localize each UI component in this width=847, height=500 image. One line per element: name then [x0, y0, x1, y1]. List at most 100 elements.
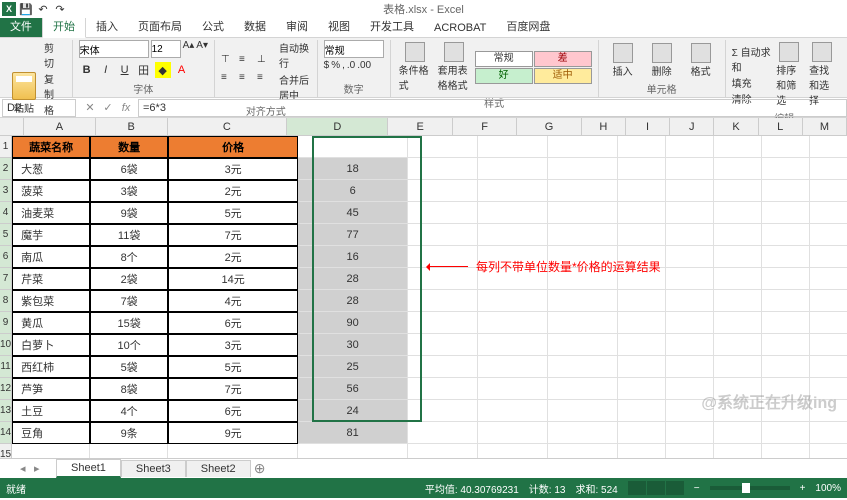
align-top-icon[interactable]: ⊤	[221, 54, 237, 70]
cell-I4[interactable]	[666, 202, 714, 224]
cell-B12[interactable]: 8袋	[90, 378, 168, 400]
sheet-tab-1[interactable]: Sheet1	[56, 459, 121, 478]
cell-D3[interactable]: 6	[298, 180, 408, 202]
cell-L6[interactable]	[810, 246, 847, 268]
cell-L4[interactable]	[810, 202, 847, 224]
row-header-1[interactable]: 1	[0, 136, 12, 158]
decrease-decimal-icon[interactable]: .00	[357, 60, 371, 71]
cell-L10[interactable]	[810, 334, 847, 356]
cell-I7[interactable]	[666, 268, 714, 290]
increase-decimal-icon[interactable]: .0	[347, 60, 355, 71]
cell-C3[interactable]: 2元	[168, 180, 298, 202]
cell-B14[interactable]: 9条	[90, 422, 168, 444]
cell-L15[interactable]	[810, 444, 847, 458]
cell-L14[interactable]	[810, 422, 847, 444]
cell-K9[interactable]	[762, 312, 810, 334]
cell-L5[interactable]	[810, 224, 847, 246]
cell-E14[interactable]	[408, 422, 478, 444]
cell-B6[interactable]: 8个	[90, 246, 168, 268]
cell-E3[interactable]	[408, 180, 478, 202]
align-right-icon[interactable]: ≡	[257, 72, 273, 88]
cell-D13[interactable]: 24	[298, 400, 408, 422]
cell-J9[interactable]	[714, 312, 762, 334]
align-left-icon[interactable]: ≡	[221, 72, 237, 88]
cell-F15[interactable]	[478, 444, 548, 458]
fill-color-button[interactable]: ◆	[155, 62, 171, 78]
row-header-9[interactable]: 9	[0, 312, 12, 334]
sheet-tab-3[interactable]: Sheet2	[186, 460, 251, 477]
cell-E2[interactable]	[408, 158, 478, 180]
col-header-F[interactable]: F	[453, 118, 517, 135]
cell-F13[interactable]	[478, 400, 548, 422]
col-header-E[interactable]: E	[388, 118, 452, 135]
style-normal[interactable]: 常规	[475, 51, 533, 67]
cell-G3[interactable]	[548, 180, 618, 202]
cell-A3[interactable]: 菠菜	[12, 180, 90, 202]
cell-H4[interactable]	[618, 202, 666, 224]
cell-J3[interactable]	[714, 180, 762, 202]
cell-I1[interactable]	[666, 136, 714, 158]
cell-F14[interactable]	[478, 422, 548, 444]
cell-I3[interactable]	[666, 180, 714, 202]
name-box[interactable]: D2	[2, 99, 76, 117]
style-good[interactable]: 好	[475, 68, 533, 84]
cell-E9[interactable]	[408, 312, 478, 334]
cell-B11[interactable]: 5袋	[90, 356, 168, 378]
cell-A2[interactable]: 大葱	[12, 158, 90, 180]
cut-button[interactable]: 剪切	[41, 40, 66, 70]
font-name-select[interactable]	[79, 40, 149, 58]
cell-C7[interactable]: 14元	[168, 268, 298, 290]
cell-C11[interactable]: 5元	[168, 356, 298, 378]
cell-A6[interactable]: 南瓜	[12, 246, 90, 268]
zoom-in-icon[interactable]: +	[800, 483, 806, 494]
cell-E12[interactable]	[408, 378, 478, 400]
cell-F1[interactable]	[478, 136, 548, 158]
cell-C14[interactable]: 9元	[168, 422, 298, 444]
font-size-select[interactable]	[151, 40, 181, 58]
cell-F2[interactable]	[478, 158, 548, 180]
insert-button[interactable]: 插入	[605, 41, 641, 80]
cell-J8[interactable]	[714, 290, 762, 312]
cell-F11[interactable]	[478, 356, 548, 378]
cell-K3[interactable]	[762, 180, 810, 202]
tab-formulas[interactable]: 公式	[192, 15, 234, 37]
tab-view[interactable]: 视图	[318, 15, 360, 37]
row-header-14[interactable]: 14	[0, 422, 12, 444]
cell-C13[interactable]: 6元	[168, 400, 298, 422]
cell-D14[interactable]: 81	[298, 422, 408, 444]
view-page-layout-icon[interactable]	[647, 481, 665, 495]
row-header-5[interactable]: 5	[0, 224, 12, 246]
cell-A15[interactable]	[12, 444, 90, 458]
cell-F4[interactable]	[478, 202, 548, 224]
cell-C5[interactable]: 7元	[168, 224, 298, 246]
cell-K11[interactable]	[762, 356, 810, 378]
cell-D7[interactable]: 28	[298, 268, 408, 290]
cell-B7[interactable]: 2袋	[90, 268, 168, 290]
cell-I6[interactable]	[666, 246, 714, 268]
cell-A8[interactable]: 紫包菜	[12, 290, 90, 312]
row-header-2[interactable]: 2	[0, 158, 12, 180]
save-icon[interactable]: 💾	[19, 2, 33, 16]
cell-D10[interactable]: 30	[298, 334, 408, 356]
zoom-slider[interactable]	[710, 486, 790, 490]
cell-L7[interactable]	[810, 268, 847, 290]
cell-A1[interactable]: 蔬菜名称	[12, 136, 90, 158]
cell-A11[interactable]: 西红柿	[12, 356, 90, 378]
view-page-break-icon[interactable]	[666, 481, 684, 495]
cell-F8[interactable]	[478, 290, 548, 312]
tab-page-layout[interactable]: 页面布局	[128, 15, 192, 37]
autosum-button[interactable]: Σ 自动求和	[732, 44, 772, 74]
cell-K6[interactable]	[762, 246, 810, 268]
cell-B5[interactable]: 11袋	[90, 224, 168, 246]
cell-F3[interactable]	[478, 180, 548, 202]
cell-K2[interactable]	[762, 158, 810, 180]
cell-K14[interactable]	[762, 422, 810, 444]
cell-A5[interactable]: 魔芋	[12, 224, 90, 246]
cell-I8[interactable]	[666, 290, 714, 312]
cell-L1[interactable]	[810, 136, 847, 158]
cell-B3[interactable]: 3袋	[90, 180, 168, 202]
cell-E4[interactable]	[408, 202, 478, 224]
fill-button[interactable]: 填充	[732, 75, 772, 90]
number-format-select[interactable]	[324, 40, 384, 58]
cell-H1[interactable]	[618, 136, 666, 158]
